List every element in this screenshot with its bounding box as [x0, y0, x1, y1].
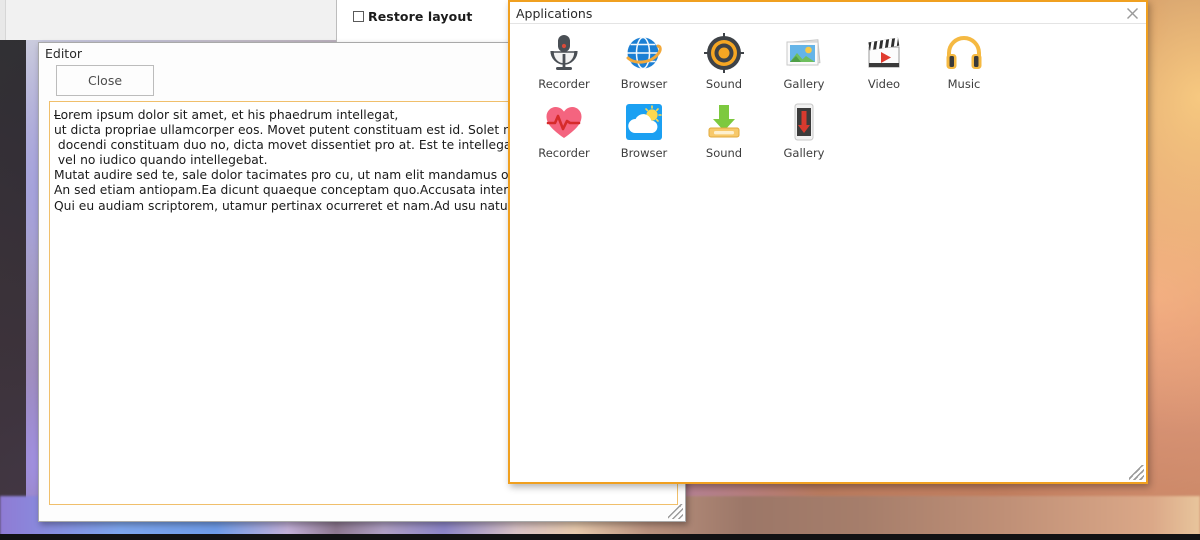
- applications-titlebar[interactable]: Applications: [510, 2, 1146, 24]
- app-item-recorder-2[interactable]: Recorder: [524, 101, 604, 160]
- wallpaper-left-shade: [0, 0, 26, 540]
- background-panel-left-edge: [0, 0, 6, 40]
- app-item-sound-2[interactable]: Sound: [684, 101, 764, 160]
- app-item-sound[interactable]: Sound: [684, 32, 764, 91]
- restore-layout-label: Restore layout: [368, 9, 473, 24]
- restore-layout-checkbox-row[interactable]: Restore layout: [353, 9, 472, 24]
- heart-pulse-icon: [543, 101, 585, 143]
- app-item-music[interactable]: Music: [924, 32, 1004, 91]
- app-item-gallery[interactable]: Gallery: [764, 32, 844, 91]
- weather-cloud-sun-icon: [623, 101, 665, 143]
- editor-resize-grip[interactable]: [668, 504, 683, 519]
- close-icon[interactable]: [1123, 4, 1141, 22]
- phone-download-icon: [783, 101, 825, 143]
- app-label: Browser: [620, 77, 668, 91]
- text-caret: [54, 115, 60, 116]
- download-tray-icon: [703, 101, 745, 143]
- background-panel-left: [0, 0, 336, 40]
- restore-layout-checkbox[interactable]: [353, 11, 364, 22]
- app-label: Gallery: [783, 146, 825, 160]
- app-label: Sound: [705, 77, 743, 91]
- applications-icon-grid: Recorder Browser Sound Gallery Video Mus…: [524, 32, 1140, 160]
- app-item-video[interactable]: Video: [844, 32, 924, 91]
- app-label: Gallery: [783, 77, 825, 91]
- clapperboard-icon: [863, 32, 905, 74]
- app-label: Recorder: [538, 77, 590, 91]
- applications-window-title: Applications: [516, 6, 593, 21]
- app-label: Browser: [620, 146, 668, 160]
- microphone-icon: [543, 32, 585, 74]
- photos-icon: [783, 32, 825, 74]
- app-item-recorder[interactable]: Recorder: [524, 32, 604, 91]
- applications-resize-grip[interactable]: [1129, 465, 1144, 480]
- app-label: Video: [867, 77, 901, 91]
- editor-window-title: Editor: [45, 46, 82, 61]
- app-row: Recorder Browser Sound Gallery Video Mus…: [524, 32, 1140, 91]
- app-row: Recorder Browser Sound Gallery: [524, 101, 1140, 160]
- applications-window[interactable]: Applications Recorder Browser Sound Gall…: [508, 0, 1148, 484]
- app-label: Sound: [705, 146, 743, 160]
- headphones-icon: [943, 32, 985, 74]
- globe-icon: [623, 32, 665, 74]
- app-label: Music: [947, 77, 981, 91]
- app-item-browser-2[interactable]: Browser: [604, 101, 684, 160]
- app-item-browser[interactable]: Browser: [604, 32, 684, 91]
- close-button[interactable]: Close: [56, 65, 154, 96]
- speaker-icon: [703, 32, 745, 74]
- wallpaper-bottom-edge: [0, 534, 1200, 540]
- app-label: Recorder: [538, 146, 590, 160]
- app-item-gallery-2[interactable]: Gallery: [764, 101, 844, 160]
